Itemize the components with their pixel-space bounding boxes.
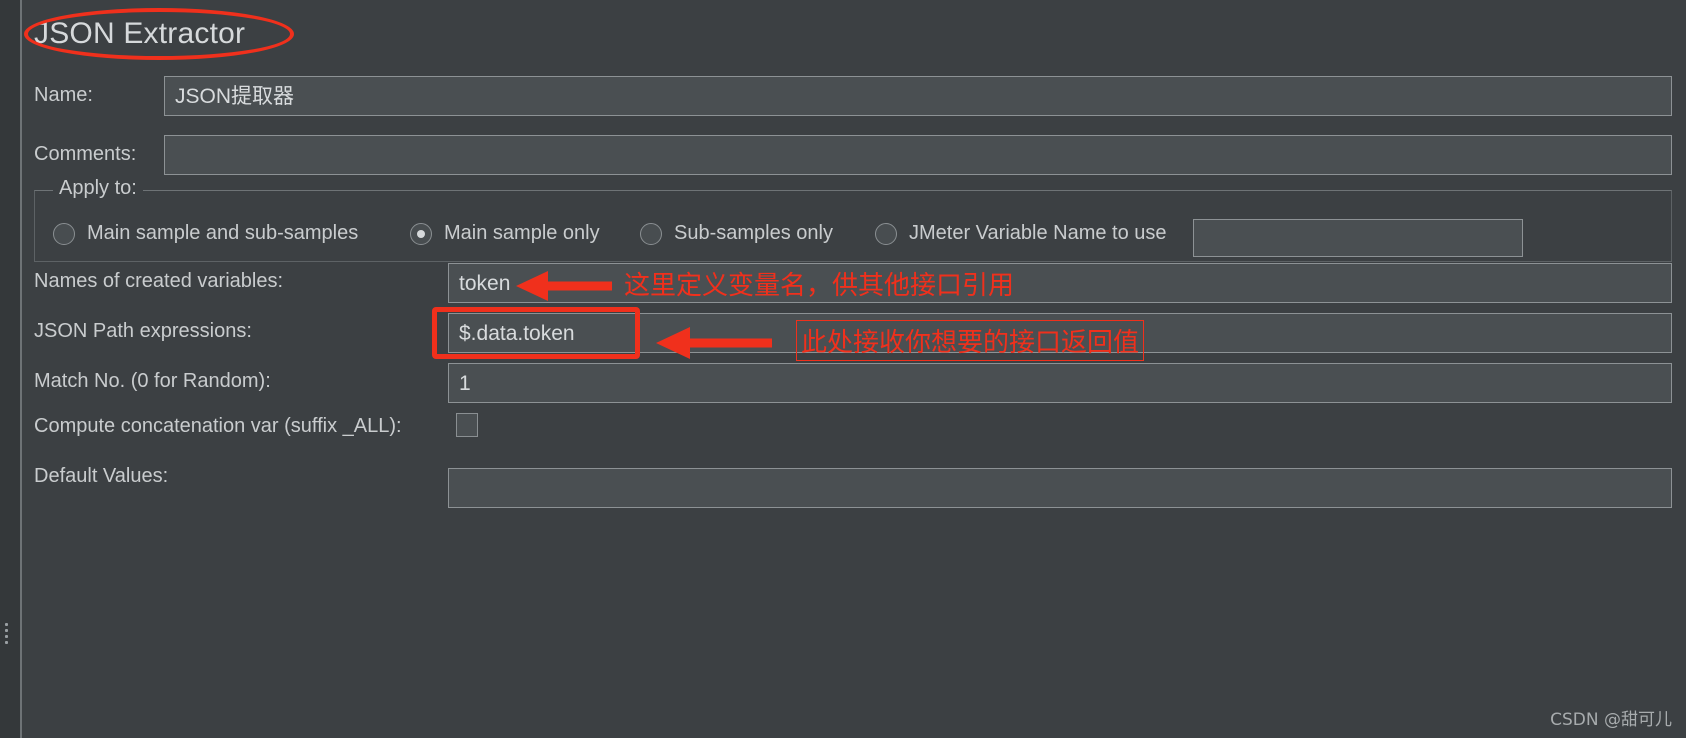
radio-circle-icon <box>53 222 75 245</box>
radio-circle-icon <box>875 222 897 245</box>
json-path-expressions-label: JSON Path expressions: <box>34 320 252 342</box>
match-no-label: Match No. (0 for Random): <box>34 370 271 392</box>
compute-concatenation-checkbox[interactable] <box>456 413 478 437</box>
page-title: JSON Extractor <box>34 17 246 50</box>
radio-label: Main sample and sub-samples <box>87 222 359 244</box>
radio-label: Main sample only <box>444 222 600 244</box>
name-label: Name: <box>34 84 93 106</box>
names-of-created-variables-label: Names of created variables: <box>34 270 284 292</box>
name-input[interactable]: JSON提取器 <box>164 76 1672 116</box>
jmeter-variable-name-input[interactable] <box>1193 219 1523 257</box>
default-values-input[interactable] <box>448 468 1672 508</box>
apply-to-group: Apply to: Main sample and sub-samples Ma… <box>34 177 1672 262</box>
radio-jmeter-variable-name[interactable]: JMeter Variable Name to use <box>875 222 1167 245</box>
radio-label: JMeter Variable Name to use <box>909 222 1167 244</box>
csdn-watermark: CSDN @甜可儿 <box>1550 710 1672 730</box>
annotation-note-variables: 这里定义变量名，供其他接口引用 <box>624 271 1015 301</box>
radio-main-sample-and-sub-samples[interactable]: Main sample and sub-samples <box>53 222 358 245</box>
compute-concatenation-label: Compute concatenation var (suffix _ALL): <box>34 415 402 437</box>
radio-main-sample-only[interactable]: Main sample only <box>410 222 600 245</box>
jmeter-json-extractor-window: JSON Extractor Name: JSON提取器 Comments: A… <box>0 0 1686 738</box>
comments-input[interactable] <box>164 135 1672 175</box>
radio-sub-samples-only[interactable]: Sub-samples only <box>640 222 833 245</box>
radio-label: Sub-samples only <box>674 222 833 244</box>
annotation-note-jsonpath: 此处接收你想要的接口返回值 <box>796 320 1145 361</box>
radio-circle-selected-icon <box>410 222 432 245</box>
radio-circle-icon <box>640 222 662 245</box>
apply-to-radio-row: Main sample and sub-samples Main sample … <box>35 219 1671 259</box>
comments-label: Comments: <box>34 143 137 165</box>
apply-to-label: Apply to: <box>53 177 143 200</box>
default-values-label: Default Values: <box>34 465 169 487</box>
json-extractor-panel: JSON Extractor Name: JSON提取器 Comments: A… <box>24 0 1686 738</box>
resize-grip-handle[interactable] <box>3 620 11 644</box>
match-no-input[interactable]: 1 <box>448 363 1672 403</box>
left-frame-gutter <box>0 0 22 738</box>
